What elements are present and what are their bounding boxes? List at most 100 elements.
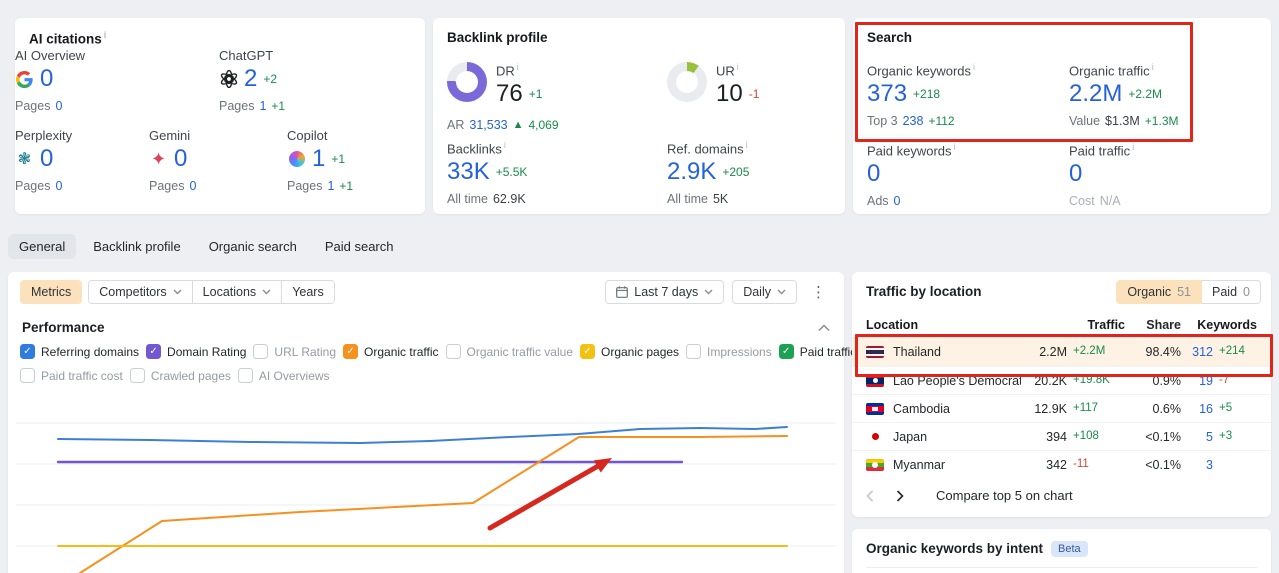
ar-value[interactable]: 31,533 [469, 118, 507, 132]
backlink-profile-card: Backlink profile DR i 76 +1 AR 31,533 ▲ 4,… [433, 18, 845, 214]
location-row-cambodia[interactable]: Cambodia 12.9K +117 0.6% 16 +5 [852, 394, 1271, 422]
location-row-lao-people-s-democratic-reput[interactable]: Lao People's Democratic Reput 20.2K +19.8K… [852, 366, 1271, 394]
ref-domains-value[interactable]: 2.9K [667, 159, 716, 185]
checked-checkbox-icon[interactable]: ✓ [146, 344, 162, 359]
checkbox-crawled-pages[interactable]: Crawled pages [129, 368, 231, 383]
citations-value[interactable]: 1 [312, 146, 325, 172]
pages-value[interactable]: 0 [55, 179, 62, 193]
traffic-delta: +2.2M [1073, 345, 1106, 357]
chevron-down-icon [173, 289, 182, 295]
top3-value[interactable]: 238 [903, 114, 924, 128]
ai-citation-perplexity: Perplexity ❃ 0 Pages 0 [15, 128, 73, 193]
filter-group: Competitors Locations Years [88, 280, 335, 304]
checkbox-impressions[interactable]: Impressions [686, 344, 772, 359]
unchecked-checkbox-icon[interactable] [686, 344, 702, 359]
share-value: <0.1% [1145, 457, 1181, 472]
ai-citation-ai-overview: AI Overview 0 Pages 0 [15, 48, 86, 113]
checkbox-organic-traffic-value[interactable]: Organic traffic value [445, 344, 573, 359]
unchecked-checkbox-icon[interactable] [253, 344, 269, 359]
copilot-icon [288, 151, 305, 167]
performance-chart[interactable] [8, 390, 844, 573]
ur-donut-chart [667, 62, 707, 102]
keywords-delta: +5 [1219, 401, 1233, 414]
info-icon[interactable]: i [1132, 142, 1134, 152]
location-row-myanmar[interactable]: Myanmar 342 -11 <0.1% 3 [852, 450, 1271, 478]
locations-dropdown[interactable]: Locations [191, 281, 282, 303]
calendar-icon [616, 286, 629, 298]
search-card: Search Organic keywords i 373 +218 Top 3 23… [853, 18, 1271, 214]
info-icon[interactable]: i [1152, 62, 1154, 72]
ai-citations-card: AI citations i AI Overview 0 Pages 0 ChatGPT 2… [15, 18, 425, 214]
unchecked-checkbox-icon[interactable] [237, 368, 253, 383]
checkbox-ai-overviews[interactable]: AI Overviews [237, 368, 330, 383]
granularity-dropdown[interactable]: Daily [732, 280, 797, 304]
tab-general[interactable]: General [8, 233, 77, 259]
competitors-dropdown[interactable]: Competitors [89, 281, 192, 303]
openai-icon [220, 70, 237, 88]
info-icon[interactable]: i [737, 62, 739, 72]
tab-backlink-profile[interactable]: Backlink profile [82, 234, 191, 259]
unchecked-checkbox-icon[interactable] [129, 368, 145, 383]
info-icon[interactable]: i [954, 142, 956, 152]
info-icon[interactable]: i [104, 30, 107, 40]
unchecked-checkbox-icon[interactable] [20, 368, 35, 383]
citations-value[interactable]: 2 [244, 66, 257, 92]
perplexity-icon: ❃ [17, 151, 32, 168]
traffic-delta: +108 [1073, 429, 1099, 442]
pages-value[interactable]: 1 [259, 99, 266, 113]
info-icon[interactable]: i [504, 140, 506, 150]
divider [866, 567, 1257, 568]
citations-value[interactable]: 0 [174, 146, 187, 172]
organic-keywords-value[interactable]: 373 [867, 81, 907, 107]
next-page-chevron-icon[interactable] [896, 489, 904, 502]
tab-organic-search[interactable]: Organic search [198, 234, 308, 259]
citations-value[interactable]: 0 [40, 146, 53, 172]
keywords-value[interactable]: 3 [1181, 458, 1213, 472]
checkbox-referring-domains[interactable]: ✓ Referring domains [20, 344, 139, 359]
keywords-value[interactable]: 16 [1181, 402, 1213, 416]
location-row-thailand[interactable]: Thailand 2.2M +2.2M 98.4% 312 +214 [852, 338, 1271, 366]
checkbox-paid-traffic-cost[interactable]: Paid traffic cost [20, 368, 123, 383]
prev-page-chevron-icon[interactable] [866, 489, 874, 502]
checked-checkbox-icon[interactable]: ✓ [778, 344, 794, 359]
checkbox-organic-pages[interactable]: ✓ Organic pages [580, 344, 679, 359]
unchecked-checkbox-icon[interactable] [445, 344, 461, 359]
paid-toggle-button[interactable]: Paid 0 [1202, 280, 1261, 304]
organic-toggle-button[interactable]: Organic 51 [1116, 280, 1203, 304]
keywords-delta: +214 [1219, 345, 1245, 357]
years-button[interactable]: Years [281, 281, 334, 303]
paid-keywords-value[interactable]: 0 [867, 161, 880, 187]
tab-paid-search[interactable]: Paid search [314, 234, 405, 259]
info-icon[interactable]: i [973, 62, 975, 72]
ur-value: 10 [716, 80, 743, 108]
checked-checkbox-icon[interactable]: ✓ [343, 344, 359, 359]
citations-value[interactable]: 0 [40, 66, 53, 92]
date-range-dropdown[interactable]: Last 7 days [605, 280, 725, 304]
pages-value[interactable]: 1 [327, 179, 334, 193]
compare-top5-link[interactable]: Compare top 5 on chart [936, 488, 1073, 503]
pages-value[interactable]: 0 [55, 99, 62, 113]
keywords-value[interactable]: 5 [1181, 430, 1213, 444]
collapse-chevron-up-icon[interactable] [818, 320, 830, 335]
info-icon[interactable]: i [517, 62, 519, 72]
google-icon [16, 70, 33, 88]
info-icon[interactable]: i [746, 140, 748, 150]
checkbox-organic-traffic[interactable]: ✓ Organic traffic [343, 344, 439, 359]
backlinks-value[interactable]: 33K [447, 159, 490, 185]
dr-label: DR i [496, 62, 519, 79]
checkbox-domain-rating[interactable]: ✓ Domain Rating [146, 344, 246, 359]
location-row-japan[interactable]: Japan 394 +108 <0.1% 5 +3 [852, 422, 1271, 450]
checkbox-url-rating[interactable]: URL Rating [253, 344, 336, 359]
pages-value[interactable]: 0 [189, 179, 196, 193]
chevron-down-icon [704, 289, 713, 295]
checked-checkbox-icon[interactable]: ✓ [580, 344, 595, 359]
more-options-kebab-icon[interactable]: ⋮ [805, 281, 832, 303]
organic-traffic-value[interactable]: 2.2M [1069, 81, 1122, 107]
metrics-button[interactable]: Metrics [20, 280, 83, 304]
checked-checkbox-icon[interactable]: ✓ [20, 344, 35, 359]
checkbox-paid-traffic[interactable]: ✓ Paid traffic [778, 344, 856, 359]
keywords-value[interactable]: 19 [1181, 374, 1213, 388]
organic-keywords-stat: Organic keywords i 373 +218 Top 3 238 +112 [867, 62, 976, 129]
keywords-value[interactable]: 312 [1181, 345, 1213, 359]
overview-panel: Metrics Competitors Locations Years Last… [8, 272, 856, 573]
